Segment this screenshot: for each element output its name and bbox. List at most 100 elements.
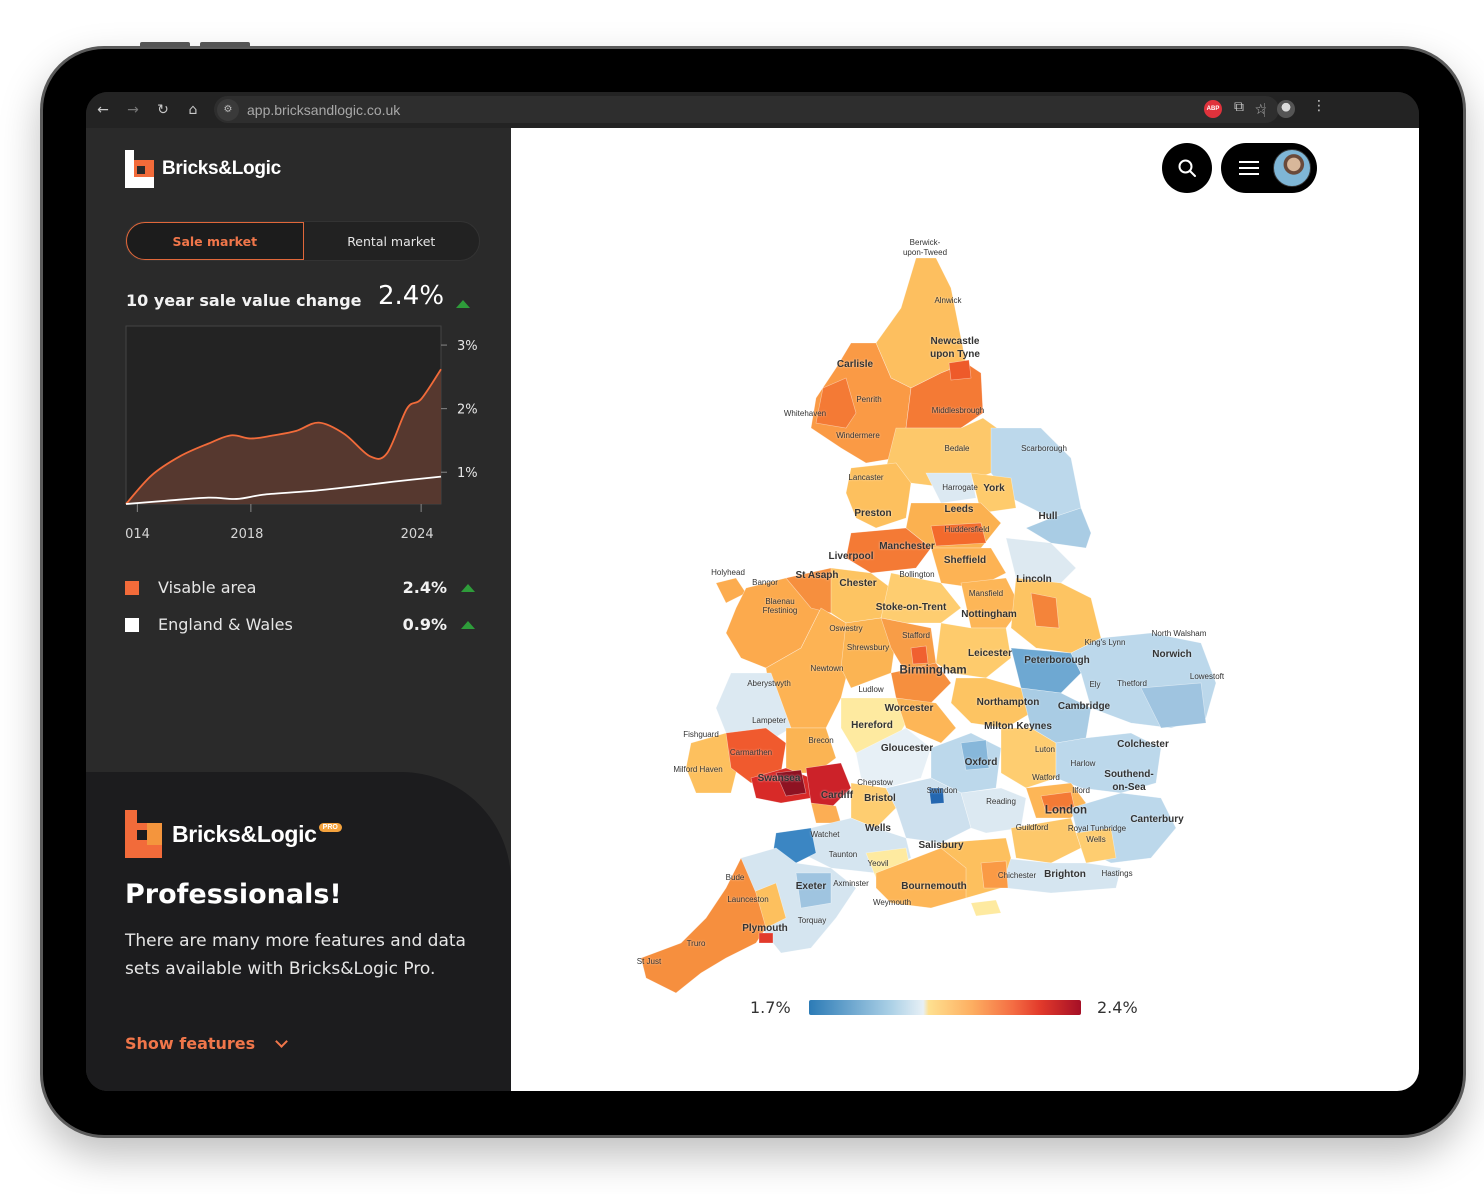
url-text[interactable]: app.bricksandlogic.co.uk [247, 102, 400, 118]
back-icon[interactable]: ← [88, 95, 118, 125]
sidebar: Bricks&Logic Sale market Rental market 1… [86, 128, 511, 1091]
city-label: Chepstow [857, 778, 893, 787]
city-label: Cambridge [1057, 701, 1111, 712]
tab-rental-market[interactable]: Rental market [304, 222, 480, 260]
city-label: Harrogate [942, 483, 978, 492]
city-label: Guildford [1015, 823, 1049, 832]
city-label: Norwich [1152, 649, 1192, 660]
city-label: upon-Tweed [902, 248, 948, 257]
city-label: Alnwick [934, 296, 962, 305]
city-label: North Walsham [1151, 629, 1207, 638]
scale-max-label: 2.4% [1097, 998, 1138, 1017]
city-label: Middlesbrough [931, 406, 985, 415]
city-label: Ely [1089, 680, 1101, 689]
legend-label: Visable area [158, 578, 257, 597]
address-bar[interactable]: ⚙ app.bricksandlogic.co.uk ☆ [214, 96, 1279, 123]
search-button[interactable] [1162, 143, 1212, 193]
legend-value: 0.9% [402, 615, 447, 634]
city-label: Ffestiniog [762, 606, 798, 615]
city-label: Bournemouth [901, 881, 967, 892]
city-label: upon Tyne [930, 349, 980, 360]
city-label: Berwick- [909, 238, 941, 247]
reload-icon[interactable]: ↻ [148, 95, 178, 125]
city-label: Scarborough [1021, 444, 1067, 453]
browser-menu-icon[interactable]: ⋮ [1312, 98, 1326, 114]
city-label: Harlow [1070, 759, 1096, 768]
y-tick-label: 3% [457, 339, 478, 354]
city-label: Newcastle [930, 336, 980, 347]
city-label: Shrewsbury [846, 643, 890, 652]
adblock-extension-icon[interactable]: ABP [1204, 100, 1222, 118]
choropleth-map[interactable] [511, 128, 1419, 1028]
trend-up-icon [461, 583, 475, 592]
city-label: Bedale [944, 444, 970, 453]
chevron-down-icon [275, 1035, 289, 1048]
city-label: Watchet [810, 830, 840, 839]
city-label: Milford Haven [673, 765, 723, 774]
pro-badge: PRO [318, 822, 342, 832]
home-icon[interactable]: ⌂ [178, 95, 208, 125]
city-label: London [1044, 804, 1088, 817]
show-features-button[interactable]: Show features [125, 1034, 289, 1053]
user-avatar[interactable] [1273, 149, 1311, 187]
city-label: Aberystwyth [747, 679, 791, 688]
toolbar-divider [1264, 103, 1265, 117]
city-label: Carmarthen [729, 748, 773, 757]
city-label: Fishguard [683, 730, 719, 739]
city-label: Worcester [884, 703, 934, 714]
pro-logo-mark-icon [125, 810, 162, 858]
city-label: Southend- [1104, 769, 1154, 780]
menu-profile-button[interactable] [1221, 143, 1317, 193]
trend-up-icon [461, 620, 475, 629]
region-newcastle [948, 359, 972, 381]
city-label: Truro [686, 939, 706, 948]
x-tick-label: 2014 [124, 527, 150, 542]
legend-swatch [125, 617, 139, 632]
extensions-icon[interactable]: ⧉ [1234, 99, 1244, 115]
city-label: Manchester [879, 541, 935, 552]
browser-toolbar: ← → ↻ ⌂ ⚙ app.bricksandlogic.co.uk ☆ ABP… [86, 92, 1419, 128]
bookmark-star-icon[interactable]: ☆ [1254, 102, 1267, 118]
tab-sale-market[interactable]: Sale market [126, 222, 304, 260]
city-label: Hastings [1101, 869, 1133, 878]
city-label: Penrith [856, 395, 882, 404]
city-label: Huddersfield [944, 525, 990, 534]
city-label: Hereford [851, 720, 893, 731]
hamburger-menu-icon [1239, 161, 1259, 179]
map-panel[interactable]: Berwick-upon-Tweed Alnwick Newcastle upon T… [511, 128, 1419, 1091]
pro-promo-card: Bricks&Logic PRO Professionals! There ar… [86, 772, 511, 1091]
city-label: Bristol [864, 793, 896, 804]
city-label: Royal Tunbridge [1067, 824, 1127, 833]
city-label: Northampton [976, 697, 1040, 708]
y-tick-label: 1% [457, 466, 478, 481]
promo-body: There are many more features and data se… [125, 931, 466, 979]
stat-title: 10 year sale value change [126, 291, 362, 310]
pro-logo: Bricks&Logic PRO [125, 810, 342, 858]
city-label: Wells [1086, 835, 1106, 844]
city-label: Carlisle [836, 359, 874, 370]
city-label: Bangor [752, 578, 778, 587]
stat-value: 2.4% [378, 281, 445, 311]
city-label: on-Sea [1112, 782, 1146, 793]
city-label: Mansfield [968, 589, 1004, 598]
city-label: Preston [854, 508, 892, 519]
city-label: Leeds [944, 504, 974, 515]
city-label: Salisbury [918, 840, 964, 851]
forward-icon[interactable]: → [118, 95, 148, 125]
pro-brand-name: Bricks&Logic [172, 820, 317, 847]
site-info-icon[interactable]: ⚙ [217, 98, 239, 121]
legend-value: 2.4% [402, 578, 447, 597]
brand-name: Bricks&Logic [162, 158, 281, 179]
browser-profile-icon[interactable] [1277, 100, 1295, 118]
city-label: Canterbury [1130, 814, 1184, 825]
city-label: Weymouth [872, 898, 912, 907]
city-label: Axminster [833, 879, 869, 888]
city-label: Lincoln [1016, 574, 1052, 585]
city-label: Gloucester [880, 743, 934, 754]
brand-logo[interactable]: Bricks&Logic [125, 150, 281, 188]
color-scale-bar [809, 1000, 1081, 1015]
city-label: Lowestoft [1189, 672, 1225, 681]
city-label: Hull [1038, 511, 1058, 522]
city-label: York [983, 483, 1005, 494]
region-tunbridge [1075, 827, 1117, 864]
